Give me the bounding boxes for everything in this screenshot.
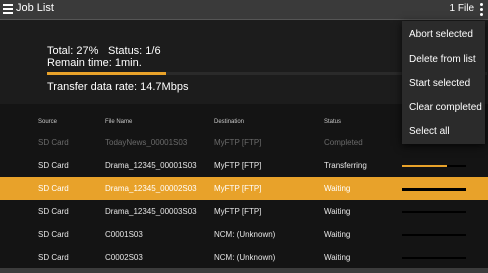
table-row[interactable]: SD Card C0002S03 NCM: (Unknown) Waiting xyxy=(0,246,488,269)
row-destination: MyFTP [FTP] xyxy=(214,161,262,170)
row-status: Transferring xyxy=(324,161,367,170)
row-progress-bar xyxy=(402,188,466,191)
hamburger-menu-icon[interactable] xyxy=(3,4,13,16)
row-file-name: Drama_12345_00002S03 xyxy=(105,184,197,193)
footer-bar xyxy=(0,268,488,273)
title-bar: Job List 1 File xyxy=(0,0,488,20)
row-destination: MyFTP [FTP] xyxy=(214,184,262,193)
page-title: Job List xyxy=(16,2,54,14)
row-file-name: Drama_12345_00001S03 xyxy=(105,161,197,170)
menu-item-start-selected[interactable]: Start selected xyxy=(402,72,485,96)
menu-item-select-all[interactable]: Select all xyxy=(402,120,485,144)
row-file-name: C0001S03 xyxy=(105,230,143,239)
row-source: SD Card xyxy=(38,161,69,170)
column-header-destination: Destination xyxy=(214,119,245,125)
menu-item-clear-completed[interactable]: Clear completed xyxy=(402,96,485,120)
row-status: Waiting xyxy=(324,253,351,262)
row-destination: MyFTP [FTP] xyxy=(214,207,262,216)
row-progress-bar xyxy=(402,234,466,236)
table-row[interactable]: SD Card Drama_12345_00001S03 MyFTP [FTP]… xyxy=(0,154,488,177)
file-count: 1 File xyxy=(449,3,474,14)
row-source: SD Card xyxy=(38,230,69,239)
table-row-selected[interactable]: SD Card Drama_12345_00002S03 MyFTP [FTP]… xyxy=(0,177,488,200)
row-source: SD Card xyxy=(38,253,69,262)
transfer-rate-text: Transfer data rate: 14.7Mbps xyxy=(47,81,189,93)
menu-item-delete-from-list[interactable]: Delete from list xyxy=(402,48,485,72)
row-destination: NCM: (Unknown) xyxy=(214,230,276,239)
row-status: Waiting xyxy=(324,230,351,239)
job-list-screen: Job List 1 File Total: 27% Status: 1/6 R… xyxy=(0,0,488,273)
row-source: SD Card xyxy=(38,207,69,216)
row-destination: NCM: (Unknown) xyxy=(214,253,276,262)
overflow-menu: Abort selected Delete from list Start se… xyxy=(402,21,485,144)
column-header-source: Source xyxy=(38,119,58,125)
row-status: Completed xyxy=(324,138,363,147)
row-progress-fill xyxy=(402,165,447,167)
total-progress-fill xyxy=(47,72,166,75)
vertical-dots-icon[interactable] xyxy=(479,3,485,17)
column-header-file-name: File Name xyxy=(105,119,133,125)
row-progress-bar xyxy=(402,211,466,213)
row-file-name: C0002S03 xyxy=(105,253,143,262)
status-text: Status: 1/6 xyxy=(108,45,161,57)
row-source: SD Card xyxy=(38,184,69,193)
column-header-status: Status xyxy=(324,119,342,125)
row-status: Waiting xyxy=(324,184,351,193)
row-status: Waiting xyxy=(324,207,351,216)
table-row[interactable]: SD Card C0001S03 NCM: (Unknown) Waiting xyxy=(0,223,488,246)
row-file-name: Drama_12345_00003S03 xyxy=(105,207,197,216)
row-progress-bar xyxy=(402,257,466,259)
remain-time-text: Remain time: 1min. xyxy=(47,57,142,69)
row-destination: MyFTP [FTP] xyxy=(214,138,262,147)
row-file-name: TodayNews_00001S03 xyxy=(105,138,188,147)
row-source: SD Card xyxy=(38,138,69,147)
menu-item-abort-selected[interactable]: Abort selected xyxy=(402,23,485,47)
row-progress-bar xyxy=(402,165,466,167)
table-row[interactable]: SD Card Drama_12345_00003S03 MyFTP [FTP]… xyxy=(0,200,488,223)
total-progress-text: Total: 27% xyxy=(47,45,99,57)
